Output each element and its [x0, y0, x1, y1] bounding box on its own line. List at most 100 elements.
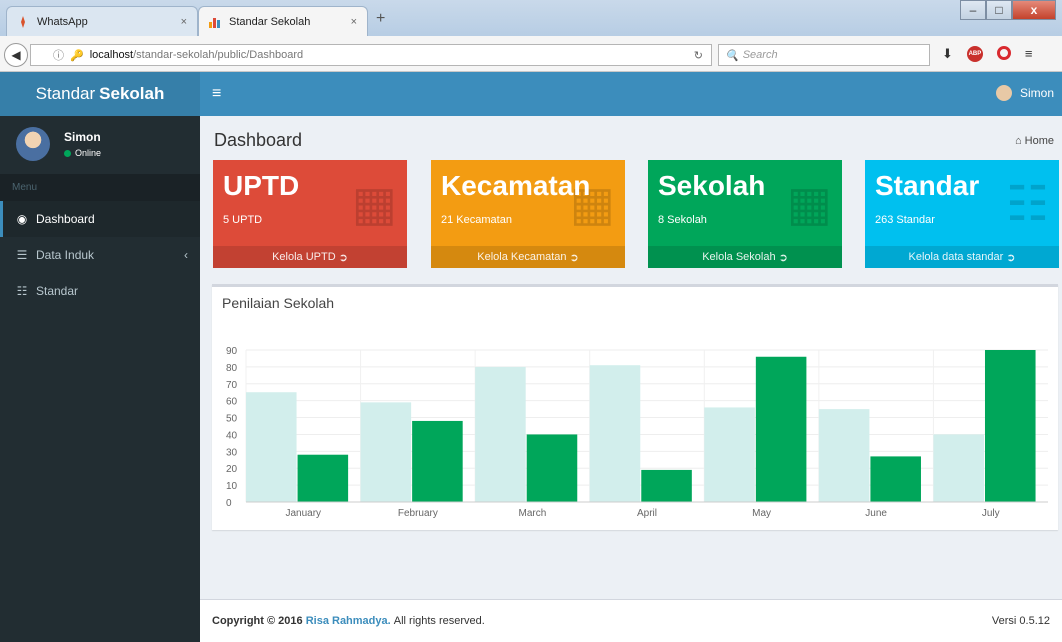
y-tick-label: 0: [226, 498, 232, 509]
stat-link-kelola-uptd[interactable]: Kelola UPTD ➲: [213, 246, 407, 268]
database-icon: ☰: [16, 248, 28, 262]
home-icon: ⌂: [1014, 135, 1022, 147]
sidebar-item-data-induk[interactable]: ☰ Data Induk ‹: [0, 237, 200, 273]
x-tick-label: February: [398, 508, 438, 519]
tab-whatsapp[interactable]: WhatsApp ×: [6, 6, 198, 36]
search-input[interactable]: 🔍 Search: [718, 44, 930, 66]
box-bg-icon: ☷: [1005, 178, 1049, 231]
sidebar-item-label: Standar: [36, 284, 79, 298]
sidebar-item-standar[interactable]: ☷ Standar: [0, 273, 200, 309]
maximize-button[interactable]: □: [986, 0, 1012, 20]
bar: [984, 350, 1036, 502]
back-button[interactable]: ◀: [4, 43, 28, 67]
y-tick-label: 20: [226, 464, 238, 475]
browser-tab-bar: WhatsApp × Standar Sekolah × + – □ x: [0, 0, 1062, 36]
bar: [297, 454, 349, 502]
stat-link-kelola-sekolah[interactable]: Kelola Sekolah ➲: [648, 246, 842, 268]
bar: [412, 420, 463, 502]
dashboard-icon: ◉: [16, 212, 28, 226]
menu-icon[interactable]: ≡: [1025, 46, 1033, 62]
sidebar-item-label: Data Induk: [36, 248, 95, 262]
copyright-text: Copyright © 2016: [212, 615, 303, 627]
reload-icon[interactable]: ↻: [694, 49, 703, 62]
logo-bold: Sekolah: [99, 84, 165, 103]
stat-box-sekolah: ▦ Sekolah 8 Sekolah Kelola Sekolah ➲: [648, 160, 842, 268]
browser-navbar: ◀ ⓘ 🔑 localhost /standar-sekolah/public/…: [0, 36, 1062, 72]
adblock-icon[interactable]: ABP: [966, 46, 983, 62]
stat-box-uptd: ▦ UPTD 5 UPTD Kelola UPTD ➲: [213, 160, 407, 268]
bar: [526, 434, 578, 502]
tab-close-icon[interactable]: ×: [351, 16, 357, 28]
toolbar-icons: ⬇ ABP ≡: [942, 46, 1033, 62]
x-tick-label: July: [982, 508, 1000, 519]
stat-link-label: Kelola data standar: [908, 251, 1004, 263]
new-tab-button[interactable]: +: [376, 10, 385, 28]
sidebar-item-dashboard[interactable]: ◉ Dashboard: [0, 201, 200, 237]
bar: [475, 366, 526, 502]
bar: [704, 407, 755, 502]
stat-title: UPTD: [223, 170, 300, 201]
bar: [933, 434, 984, 502]
tab-title: Standar Sekolah: [229, 15, 311, 28]
arrow-circle-right-icon: ➲: [778, 251, 788, 264]
logo-light: Standar: [35, 84, 96, 103]
x-tick-label: May: [752, 508, 771, 519]
tab-standar-sekolah[interactable]: Standar Sekolah ×: [198, 6, 368, 36]
tab-close-icon[interactable]: ×: [181, 16, 187, 28]
bar: [246, 392, 297, 502]
minimize-button[interactable]: –: [960, 0, 986, 20]
main-content: Dashboard ⌂ Home ▦ UPTD 5 UPTD Kelola UP…: [200, 116, 1062, 642]
arrow-circle-right-icon: ➲: [338, 251, 348, 264]
stat-link-label: Kelola Sekolah: [702, 251, 776, 263]
y-tick-label: 30: [226, 447, 238, 458]
menu-header: Menu: [0, 174, 200, 201]
page-footer: Copyright © 2016 Risa Rahmadya. All righ…: [200, 599, 1062, 642]
version-label: Versi 0.5.12: [991, 615, 1050, 627]
url-bar[interactable]: ⓘ 🔑 localhost /standar-sekolah/public/Da…: [30, 44, 712, 66]
user-status: Online: [64, 148, 101, 158]
y-tick-label: 60: [226, 397, 238, 408]
stat-link-kelola-standar[interactable]: Kelola data standar ➲: [865, 246, 1059, 268]
breadcrumb[interactable]: ⌂ Home: [1015, 135, 1054, 147]
sidebar-user-name: Simon: [64, 130, 101, 144]
x-tick-label: January: [285, 508, 321, 519]
search-icon: 🔍: [725, 49, 739, 62]
stat-title: Kecamatan: [441, 170, 591, 201]
download-icon[interactable]: ⬇: [942, 46, 953, 62]
close-window-button[interactable]: x: [1012, 0, 1056, 20]
bar: [870, 456, 921, 502]
info-icon[interactable]: ⓘ: [53, 47, 64, 63]
app-logo[interactable]: Standar Sekolah: [0, 72, 200, 116]
arrow-circle-right-icon: ➲: [1006, 251, 1016, 264]
x-tick-label: April: [637, 508, 657, 519]
arrow-circle-right-icon: ➲: [569, 251, 579, 264]
stat-count: 8 Sekolah: [658, 214, 707, 226]
user-panel: Simon Online: [0, 116, 200, 172]
opera-icon[interactable]: [996, 46, 1011, 60]
sidebar-item-label: Dashboard: [36, 212, 95, 226]
author-link[interactable]: Risa Rahmadya.: [306, 615, 391, 627]
whatsapp-favicon-icon: [17, 15, 29, 28]
stat-box-kecamatan: ▦ Kecamatan 21 Kecamatan Kelola Kecamata…: [431, 160, 625, 268]
sliders-icon: ☷: [16, 284, 28, 298]
url-host: localhost: [89, 49, 134, 61]
stat-link-label: Kelola UPTD: [272, 251, 336, 263]
y-tick-label: 10: [226, 481, 238, 492]
box-bg-icon: ▦: [786, 178, 832, 231]
user-menu[interactable]: Simon: [995, 85, 1054, 101]
rights-text: All rights reserved.: [393, 615, 485, 627]
bar: [360, 402, 412, 502]
stat-count: 21 Kecamatan: [441, 214, 512, 226]
bar: [755, 356, 807, 502]
sidebar: Simon Online Menu ◉ Dashboard ☰ Data Ind…: [0, 116, 200, 642]
bar: [589, 365, 641, 502]
tab-title: WhatsApp: [37, 15, 88, 28]
y-tick-label: 80: [226, 363, 238, 374]
stat-title: Sekolah: [658, 170, 766, 201]
user-name: Simon: [1019, 86, 1054, 100]
breadcrumb-home: Home: [1024, 135, 1054, 147]
key-icon: 🔑: [70, 49, 84, 62]
stat-count: 5 UPTD: [223, 214, 263, 226]
sidebar-toggle-icon[interactable]: ≡: [212, 85, 221, 103]
stat-link-kelola-kecamatan[interactable]: Kelola Kecamatan ➲: [431, 246, 625, 268]
